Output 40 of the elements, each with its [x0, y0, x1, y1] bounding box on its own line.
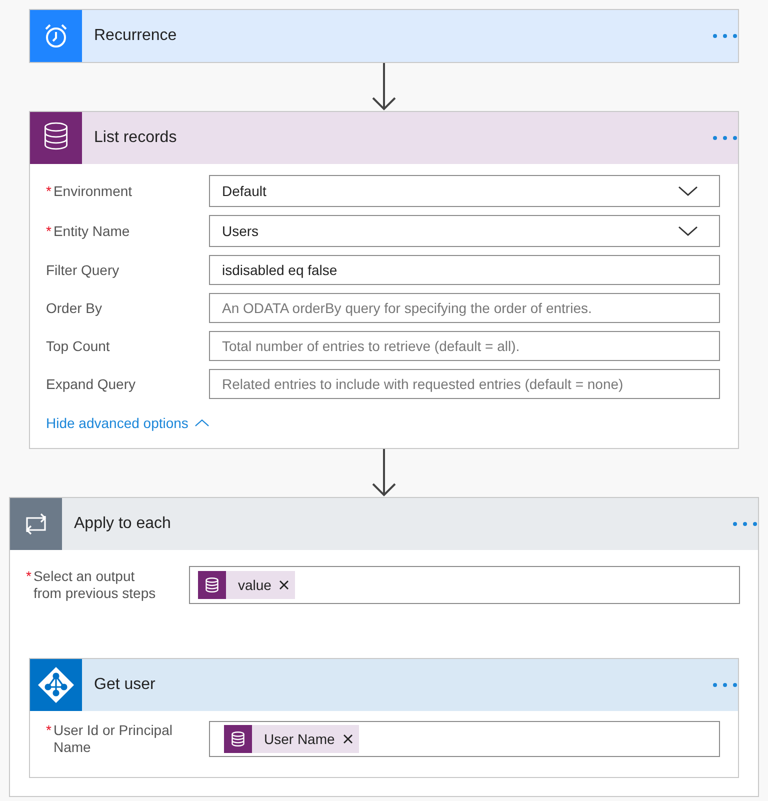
- field-label: Expand Query: [46, 376, 136, 392]
- field-label: Filter Query: [46, 262, 120, 278]
- required-asterisk: *: [46, 722, 52, 739]
- directory-icon: [36, 665, 76, 705]
- database-icon: [204, 575, 220, 595]
- more-options-icon[interactable]: [712, 33, 738, 39]
- required-asterisk: *: [46, 222, 52, 240]
- input-field[interactable]: Related entries to include with requested entries (default = none): [209, 369, 720, 399]
- required-asterisk: *: [26, 568, 32, 585]
- field-label: Entity Name: [53, 222, 130, 240]
- remove-icon[interactable]: [342, 734, 353, 744]
- more-options-icon[interactable]: [712, 682, 738, 688]
- token-chip[interactable]: User Name: [224, 725, 359, 753]
- input-field[interactable]: value: [189, 566, 740, 604]
- input-field[interactable]: User Name: [209, 721, 720, 757]
- step-header[interactable]: List records: [30, 112, 738, 164]
- remove-icon[interactable]: [279, 580, 290, 590]
- down-arrow: [372, 63, 396, 110]
- step-header[interactable]: Get user: [30, 659, 738, 711]
- step-header[interactable]: Apply to each: [10, 498, 758, 550]
- token-chip[interactable]: value: [198, 571, 296, 599]
- down-arrow: [372, 449, 396, 496]
- field-label: Top Count: [46, 338, 110, 354]
- chevron-down-icon: [677, 225, 699, 237]
- input-field[interactable]: Total number of entries to retrieve (default = all).: [209, 331, 720, 361]
- field-label: Select an output from previous steps: [33, 568, 157, 602]
- dropdown-field[interactable]: Default: [209, 175, 720, 207]
- database-icon: [230, 729, 246, 749]
- input-field[interactable]: isdisabled eq false: [209, 255, 720, 285]
- field-label: User Id or Principal Name: [53, 722, 174, 756]
- advanced-options-link[interactable]: Hide advanced options: [46, 415, 188, 431]
- step-header[interactable]: Recurrence: [30, 10, 738, 62]
- more-options-icon[interactable]: [712, 135, 738, 141]
- field-label: Order By: [46, 300, 102, 316]
- field-label: Environment: [53, 182, 132, 200]
- input-field[interactable]: An ODATA orderBy query for specifying the order of entries.: [209, 293, 720, 323]
- dropdown-field[interactable]: Users: [209, 215, 720, 247]
- more-options-icon[interactable]: [732, 521, 758, 527]
- required-asterisk: *: [46, 182, 52, 200]
- chevron-down-icon: [677, 185, 699, 197]
